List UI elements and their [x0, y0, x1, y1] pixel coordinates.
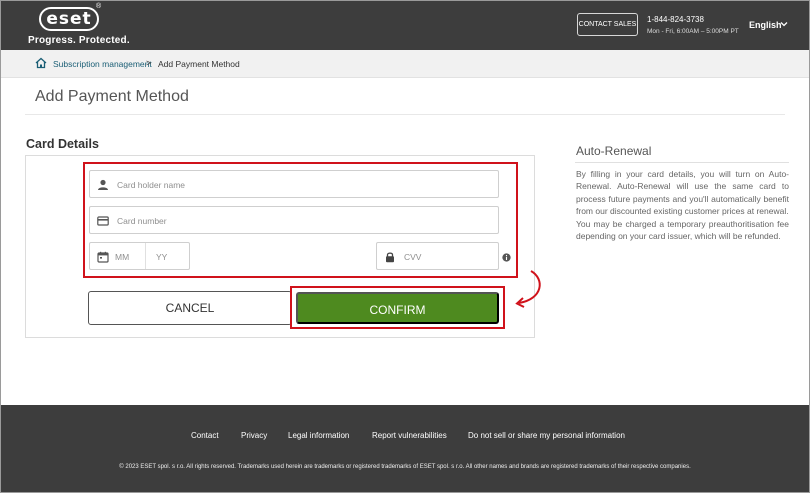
- breadcrumb: Subscription management > Add Payment Me…: [1, 50, 809, 78]
- cancel-button[interactable]: CANCEL: [88, 291, 292, 325]
- registered-mark: ®: [96, 3, 102, 10]
- copyright-text: © 2023 ESET spol. s r.o. All rights rese…: [119, 464, 691, 470]
- support-hours: Mon - Fri, 6:00AM – 5:00PM PT: [647, 28, 739, 35]
- page-frame: eset ® Progress. Protected. CONTACT SALE…: [0, 0, 810, 493]
- auto-renewal-paragraph-1: By filling in your card details, you wil…: [576, 169, 789, 217]
- breadcrumb-current: Add Payment Method: [158, 59, 240, 69]
- auto-renewal-title: Auto-Renewal: [576, 144, 652, 158]
- footer-link-report-vulnerabilities[interactable]: Report vulnerabilities: [372, 431, 447, 440]
- home-icon[interactable]: [35, 57, 47, 69]
- confirm-highlight: [290, 286, 505, 329]
- site-footer: Contact Privacy Legal information Report…: [1, 405, 809, 492]
- footer-link-privacy[interactable]: Privacy: [241, 431, 267, 440]
- footer-links: Contact Privacy Legal information Report…: [1, 431, 809, 443]
- footer-link-contact[interactable]: Contact: [191, 431, 219, 440]
- card-fields-highlight: [83, 162, 518, 278]
- eset-logo[interactable]: eset: [39, 7, 99, 31]
- auto-renewal-divider: [575, 162, 789, 163]
- site-header: eset ® Progress. Protected. CONTACT SALE…: [1, 1, 809, 50]
- auto-renewal-paragraph-2: You may be charged a temporary preauthor…: [576, 218, 789, 242]
- chevron-down-icon[interactable]: [780, 20, 788, 28]
- language-selector[interactable]: English: [749, 20, 782, 30]
- breadcrumb-separator: >: [146, 58, 152, 68]
- auto-renewal-description: By filling in your card details, you wil…: [576, 168, 789, 242]
- footer-link-do-not-sell[interactable]: Do not sell or share my personal informa…: [468, 431, 625, 440]
- breadcrumb-subscription-link[interactable]: Subscription management: [53, 59, 152, 69]
- page-title: Add Payment Method: [35, 88, 189, 105]
- contact-sales-button[interactable]: CONTACT SALES: [577, 13, 638, 36]
- tagline: Progress. Protected.: [28, 35, 130, 46]
- footer-link-legal[interactable]: Legal information: [288, 431, 349, 440]
- title-divider: [25, 114, 785, 115]
- curved-arrow-icon: [515, 270, 541, 308]
- phone-number[interactable]: 1-844-824-3738: [647, 15, 704, 24]
- card-details-heading: Card Details: [26, 137, 99, 151]
